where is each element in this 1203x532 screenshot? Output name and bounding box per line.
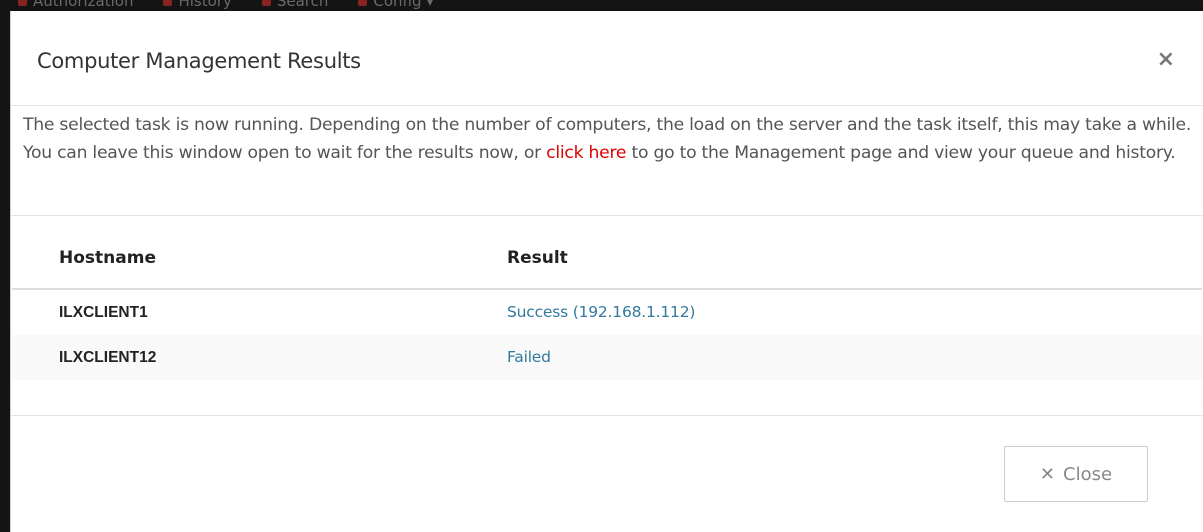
column-header-result: Result [507, 248, 568, 268]
bg-nav-item-authorization: Authorization [18, 0, 133, 10]
background-nav: Authorization History Search Config ▾ [18, 0, 434, 10]
table-header: Hostname Result [12, 216, 1202, 290]
results-table: Hostname Result ILXCLIENT1 Success (192.… [12, 216, 1202, 380]
modal-header: Computer Management Results × [11, 11, 1203, 106]
hostname-cell: ILXCLIENT1 [59, 304, 148, 321]
bg-nav-item-search: Search [261, 0, 329, 10]
bg-nav-label: Search [276, 0, 329, 10]
bg-nav-label: Authorization [33, 0, 134, 10]
nav-icon [261, 0, 271, 6]
nav-icon [358, 0, 368, 6]
result-cell: Failed [507, 348, 551, 366]
hostname-cell: ILXCLIENT12 [59, 349, 157, 366]
result-cell: Success (192.168.1.112) [507, 303, 696, 321]
close-icon: ✕ [1039, 463, 1056, 485]
footer-divider [11, 415, 1203, 416]
bg-nav-item-history: History [163, 0, 232, 10]
click-here-link[interactable]: click here [546, 143, 626, 163]
bg-nav-label: Config ▾ [373, 0, 434, 10]
close-button[interactable]: ✕ Close [1004, 446, 1148, 502]
close-button-label: Close [1063, 463, 1113, 485]
table-row: ILXCLIENT1 Success (192.168.1.112) [12, 290, 1202, 335]
bg-nav-label: History [178, 0, 232, 10]
results-modal: Computer Management Results × The select… [10, 11, 1203, 532]
table-row: ILXCLIENT12 Failed [12, 335, 1202, 380]
intro-text-after: to go to the Management page and view yo… [626, 142, 1176, 163]
nav-icon [163, 0, 173, 6]
bg-nav-item-config: Config ▾ [358, 0, 434, 10]
nav-icon [18, 0, 27, 6]
intro-text: The selected task is now running. Depend… [23, 112, 1198, 167]
modal-title: Computer Management Results [37, 49, 361, 73]
close-icon[interactable]: × [1157, 47, 1175, 72]
column-header-hostname: Hostname [59, 248, 156, 268]
